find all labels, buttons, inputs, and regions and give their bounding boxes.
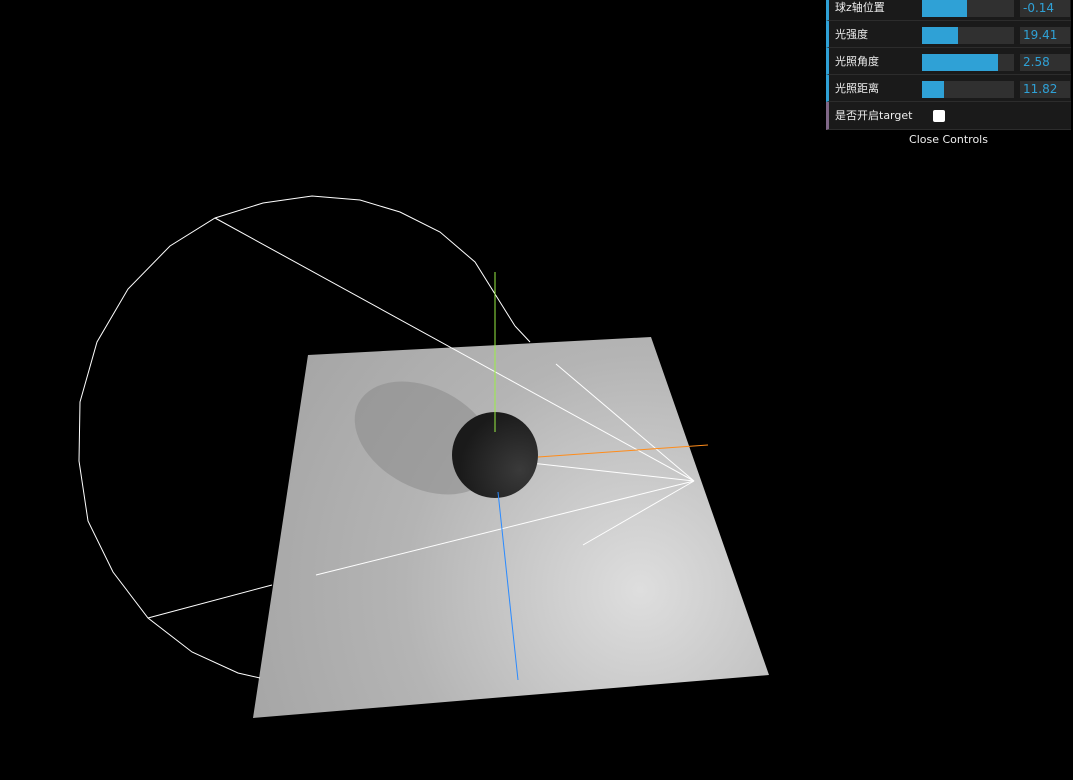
controls-panel: 球z轴位置 光强度 光照角度 光照距离 是否开启target Close Con… (826, 0, 1071, 150)
target-checkbox[interactable] (933, 110, 945, 122)
control-label: 光照距离 (835, 82, 879, 95)
light-distance-input[interactable] (1020, 81, 1070, 98)
control-label: 球z轴位置 (835, 1, 885, 14)
control-row-target-toggle: 是否开启target (826, 102, 1071, 130)
close-controls-button[interactable]: Close Controls (826, 130, 1071, 150)
light-angle-input[interactable] (1020, 54, 1070, 71)
light-intensity-slider[interactable] (922, 27, 1014, 44)
light-angle-slider[interactable] (922, 54, 1014, 71)
spotlight-cone-line (147, 584, 273, 619)
control-label: 是否开启target (835, 109, 913, 122)
control-label: 光强度 (835, 28, 868, 41)
spotlight-cone-line (514, 325, 531, 343)
control-row-sphere-z: 球z轴位置 (826, 0, 1071, 21)
sphere-z-slider[interactable] (922, 0, 1014, 17)
control-row-light-distance: 光照距离 (826, 75, 1071, 102)
control-label: 光照角度 (835, 55, 879, 68)
sphere-z-input[interactable] (1020, 0, 1070, 17)
control-row-light-intensity: 光强度 (826, 21, 1071, 48)
ground-plane (253, 337, 769, 718)
light-intensity-input[interactable] (1020, 27, 1070, 44)
control-row-light-angle: 光照角度 (826, 48, 1071, 75)
light-distance-slider[interactable] (922, 81, 1014, 98)
